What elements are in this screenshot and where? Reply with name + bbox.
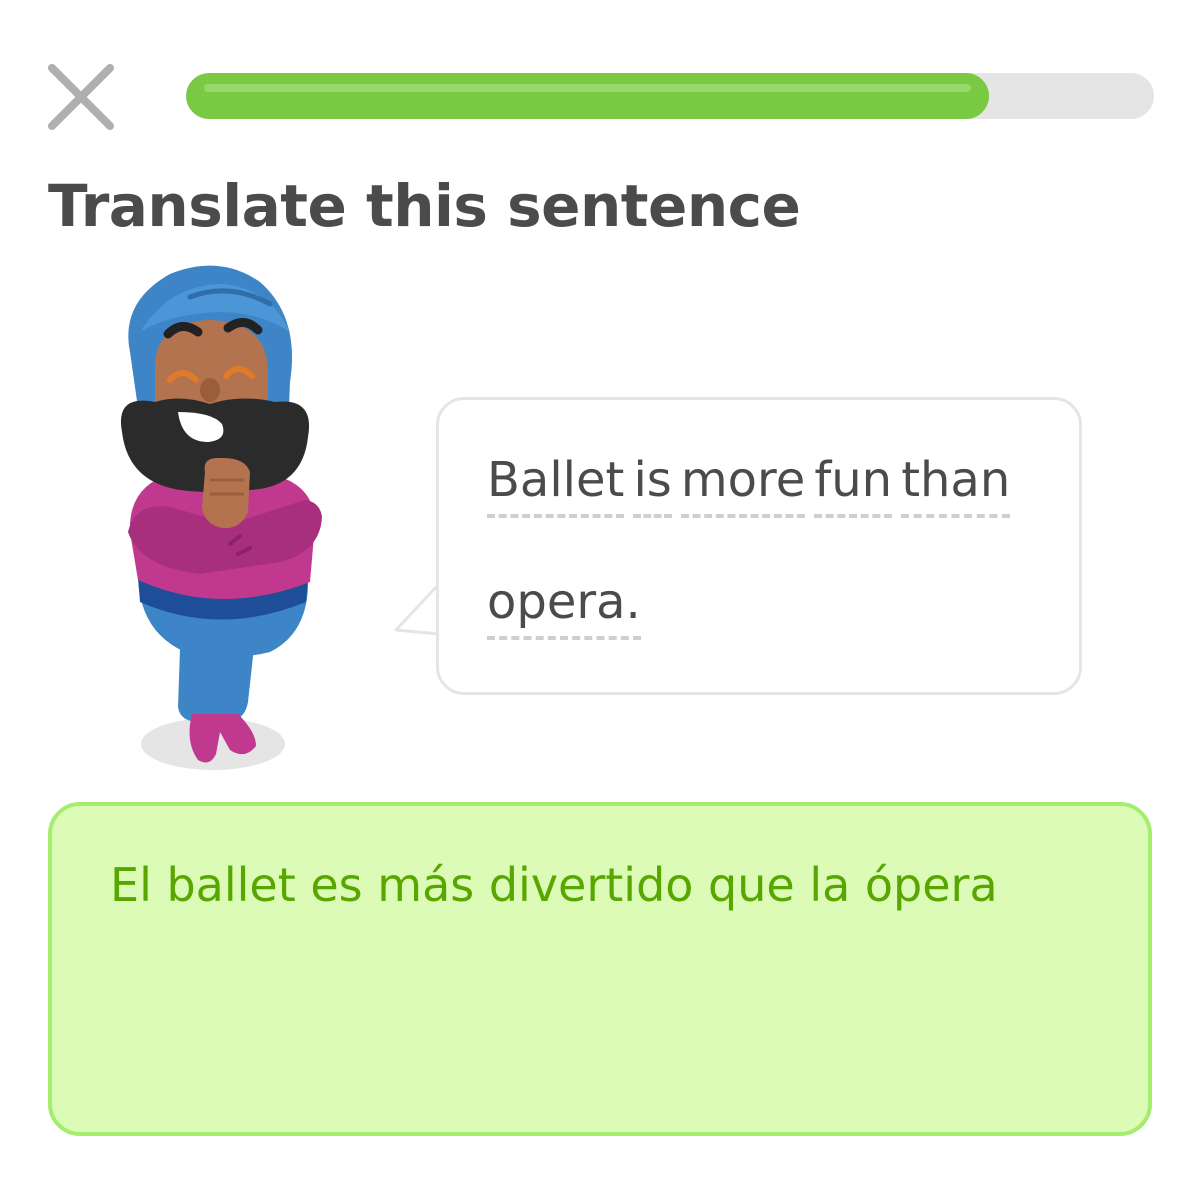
prompt-line-1: Ballet is more fun than	[487, 450, 1014, 518]
speech-bubble: Ballet is more fun than opera.	[436, 397, 1082, 695]
lesson-progress-bar	[186, 73, 1154, 119]
close-icon[interactable]	[44, 60, 118, 134]
prompt-word[interactable]: than	[901, 450, 1011, 518]
prompt-word[interactable]: opera.	[487, 572, 641, 640]
character-icon	[120, 265, 322, 770]
instruction-title: Translate this sentence	[48, 172, 801, 240]
prompt-line-2: opera.	[487, 572, 645, 640]
answer-input[interactable]: El ballet es más divertido que la ópera	[48, 802, 1152, 1136]
lesson-screen: Translate this sentence Ballet is more f…	[0, 0, 1200, 1200]
prompt-word[interactable]: fun	[814, 450, 893, 518]
prompt-word[interactable]: Ballet	[487, 450, 625, 518]
progress-highlight	[204, 84, 972, 92]
speech-bubble-tail	[394, 582, 441, 636]
lesson-progress-fill	[186, 73, 990, 119]
prompt-word[interactable]: more	[680, 450, 806, 518]
prompt-word[interactable]: is	[633, 450, 672, 518]
